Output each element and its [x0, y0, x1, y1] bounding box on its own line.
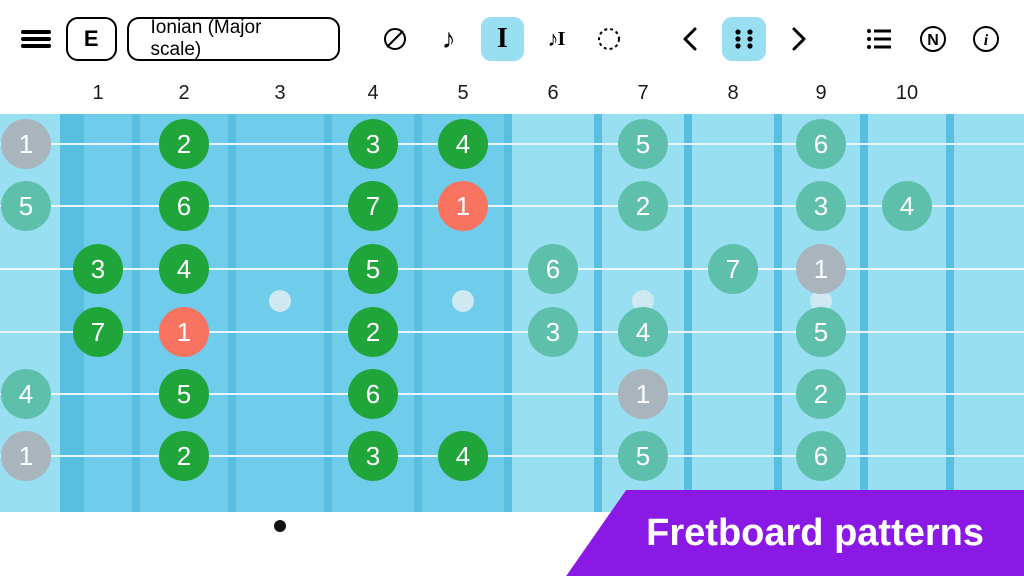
note-dot[interactable]: 2: [618, 181, 668, 231]
toolbar: E Ionian (Major scale) ♪ I ♪I: [0, 0, 1024, 78]
svg-text:i: i: [984, 32, 989, 49]
note-dot[interactable]: 1: [438, 181, 488, 231]
fret-number: 9: [815, 82, 826, 105]
fret-line: [132, 114, 140, 512]
inlay-marker: [452, 290, 474, 312]
fret-line: [228, 114, 236, 512]
note-plus-interval-toggle[interactable]: ♪I: [534, 17, 578, 61]
menu-icon[interactable]: [16, 16, 56, 62]
note-dot[interactable]: 6: [528, 244, 578, 294]
note-dot[interactable]: 2: [796, 369, 846, 419]
note-dot[interactable]: 4: [159, 244, 209, 294]
note-dot[interactable]: 4: [882, 181, 932, 231]
note-dot[interactable]: 1: [1, 119, 51, 169]
note-dot[interactable]: 3: [348, 431, 398, 481]
fret-line: [504, 114, 512, 512]
note-dot[interactable]: 5: [348, 244, 398, 294]
note-name-toggle[interactable]: ♪: [427, 17, 471, 61]
note-dot[interactable]: 6: [796, 431, 846, 481]
inlay-marker: [269, 290, 291, 312]
note-dot[interactable]: 1: [1, 431, 51, 481]
svg-text:N: N: [927, 32, 939, 49]
note-dot[interactable]: 2: [159, 431, 209, 481]
dice-icon[interactable]: [722, 17, 766, 61]
fret-number: 4: [367, 82, 378, 105]
note-dot[interactable]: 5: [1, 181, 51, 231]
string-line: [0, 268, 1024, 270]
note-dot[interactable]: 5: [618, 431, 668, 481]
fret-number: 1: [92, 82, 103, 105]
clear-icon[interactable]: [373, 17, 417, 61]
note-dot[interactable]: 4: [618, 307, 668, 357]
string-line: [0, 331, 1024, 333]
note-dot[interactable]: 4: [438, 119, 488, 169]
note-dot[interactable]: 5: [159, 369, 209, 419]
fret-line: [324, 114, 332, 512]
fret-number-row: 1 2 3 4 5 6 7 8 9 10: [0, 78, 1024, 114]
note-dot[interactable]: 6: [159, 181, 209, 231]
dotted-circle-icon[interactable]: [588, 17, 632, 61]
fret-line: [594, 114, 602, 512]
fret-number: 5: [457, 82, 468, 105]
scale-selector[interactable]: Ionian (Major scale): [127, 17, 340, 61]
fret-number: 3: [274, 82, 285, 105]
note-dot[interactable]: 1: [159, 307, 209, 357]
note-dot[interactable]: 6: [348, 369, 398, 419]
reset-icon[interactable]: N: [911, 17, 955, 61]
fret-number: 2: [178, 82, 189, 105]
prev-pattern-button[interactable]: [669, 17, 713, 61]
fret-line: [860, 114, 868, 512]
note-dot[interactable]: 5: [618, 119, 668, 169]
note-dot[interactable]: 4: [1, 369, 51, 419]
note-dot[interactable]: 3: [796, 181, 846, 231]
note-dot[interactable]: 3: [348, 119, 398, 169]
string-line: [0, 143, 1024, 145]
next-pattern-button[interactable]: [776, 17, 820, 61]
fret-number: 8: [727, 82, 738, 105]
list-icon[interactable]: [857, 17, 901, 61]
note-dot[interactable]: 7: [708, 244, 758, 294]
key-selector[interactable]: E: [66, 17, 117, 61]
interval-toggle[interactable]: I: [481, 17, 525, 61]
note-dot[interactable]: 5: [796, 307, 846, 357]
promo-banner: Fretboard patterns: [566, 490, 1024, 576]
fret-number: 7: [637, 82, 648, 105]
fret-marker-dot: [274, 520, 286, 532]
fret-line: [946, 114, 954, 512]
string-line: [0, 455, 1024, 457]
note-dot[interactable]: 3: [73, 244, 123, 294]
note-dot[interactable]: 6: [796, 119, 846, 169]
string-line: [0, 205, 1024, 207]
note-dot[interactable]: 2: [348, 307, 398, 357]
note-dot[interactable]: 7: [348, 181, 398, 231]
fretboard[interactable]: 154137264152375263414635241576315264: [0, 114, 1024, 512]
note-dot[interactable]: 1: [618, 369, 668, 419]
fret-line: [774, 114, 782, 512]
note-dot[interactable]: 2: [159, 119, 209, 169]
note-dot[interactable]: 3: [528, 307, 578, 357]
fret-number: 6: [547, 82, 558, 105]
string-line: [0, 393, 1024, 395]
fret-line: [684, 114, 692, 512]
fret-line: [414, 114, 422, 512]
info-icon[interactable]: i: [964, 17, 1008, 61]
fret-number: 10: [896, 82, 918, 105]
note-dot[interactable]: 1: [796, 244, 846, 294]
note-dot[interactable]: 4: [438, 431, 488, 481]
note-dot[interactable]: 7: [73, 307, 123, 357]
